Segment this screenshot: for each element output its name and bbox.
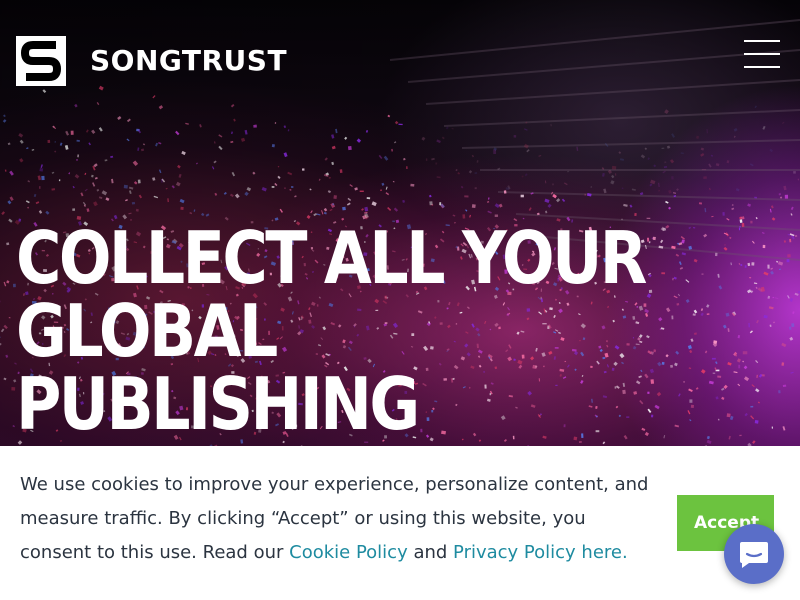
page: SONGTRUST COLLECT ALL YOUR GLOBAL PUBLIS… bbox=[0, 0, 800, 600]
cookie-policy-link[interactable]: Cookie Policy bbox=[289, 542, 408, 563]
chat-bubble-icon bbox=[740, 542, 768, 568]
chat-launcher-button[interactable] bbox=[724, 524, 784, 584]
songtrust-logo-icon[interactable] bbox=[16, 36, 66, 86]
brand-name[interactable]: SONGTRUST bbox=[90, 44, 287, 78]
cookie-consent-text: We use cookies to improve your experienc… bbox=[20, 474, 649, 563]
privacy-policy-link[interactable]: Privacy Policy here. bbox=[453, 542, 628, 563]
hamburger-menu-icon[interactable] bbox=[742, 38, 782, 70]
